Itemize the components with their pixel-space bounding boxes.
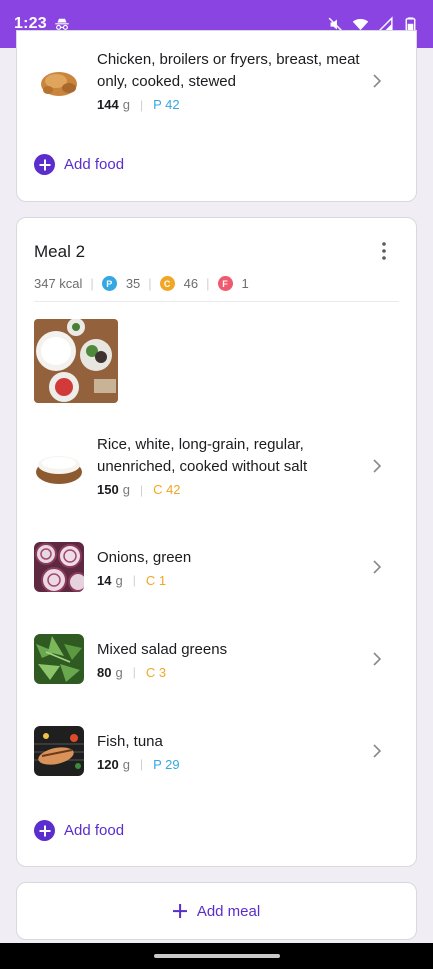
add-meal-label: Add meal (196, 902, 261, 920)
food-name: Mixed salad greens (97, 640, 228, 658)
separator: | (139, 757, 144, 771)
add-food-label: Add food (64, 822, 125, 839)
add-food-button[interactable]: Add food (34, 820, 124, 841)
separator: | (148, 276, 152, 291)
food-unit: g (122, 97, 130, 112)
meal-carbs: 46 (183, 276, 199, 291)
separator: | (139, 97, 144, 112)
food-macro: C 3 (145, 664, 167, 680)
food-item[interactable]: Fish, tuna 120 g | P 29 (34, 726, 399, 776)
separator: | (139, 482, 144, 497)
chevron-right-icon (373, 744, 382, 758)
chevron-right-icon (373, 458, 382, 473)
food-quantity: 150 (97, 482, 119, 497)
carbs-badge: C (159, 276, 175, 291)
food-name: Rice, white, long-grain, regular, unenri… (97, 436, 308, 475)
food-thumbnail (34, 440, 84, 491)
food-thumbnail (34, 542, 84, 592)
food-macro: P 29 (153, 756, 180, 772)
food-item[interactable]: Onions, green 14 g | C 1 (34, 542, 399, 592)
food-quantity: 14 (97, 572, 112, 588)
chevron-right-icon (373, 73, 382, 88)
food-name: Onions, green (97, 548, 192, 566)
food-unit: g (122, 482, 130, 497)
add-circle-icon (34, 154, 55, 175)
separator: | (206, 276, 210, 291)
meal-card: Chicken, broilers or fryers, breast, mea… (16, 30, 417, 202)
food-unit: g (115, 664, 123, 680)
food-macro: C 42 (153, 482, 181, 497)
chevron-right-icon (373, 560, 382, 574)
food-macro: C 1 (145, 572, 167, 588)
food-unit: g (122, 756, 130, 772)
add-circle-icon (34, 820, 55, 841)
meal-protein: 35 (125, 276, 141, 291)
home-gesture-handle[interactable] (154, 954, 280, 958)
fat-badge: F (217, 276, 233, 291)
separator: | (132, 665, 136, 679)
meal-kcal: 347 kcal (34, 276, 83, 291)
meal-fat: 1 (241, 276, 249, 291)
navigation-bar (0, 943, 433, 969)
add-meal-button[interactable]: Add meal (16, 882, 417, 940)
meal-photo[interactable] (34, 319, 118, 403)
food-item[interactable]: Chicken, broilers or fryers, breast, mea… (34, 49, 399, 112)
food-thumbnail (34, 726, 84, 776)
meal-summary: 347 kcal | P 35 | C 46 | F 1 (34, 276, 399, 302)
add-food-button[interactable]: Add food (34, 154, 124, 175)
food-quantity: 120 (97, 756, 119, 772)
plus-icon (173, 904, 187, 918)
food-macro: P 42 (153, 97, 180, 112)
meal-title: Meal 2 (34, 242, 86, 261)
meal-card: Meal 2 347 kcal | P 35 | C 46 | F 1 Rice… (16, 217, 417, 867)
food-name: Chicken, broilers or fryers, breast, mea… (97, 51, 360, 90)
food-thumbnail (34, 634, 84, 684)
add-food-label: Add food (64, 156, 125, 173)
chevron-right-icon (373, 652, 382, 666)
separator: | (132, 573, 136, 587)
food-quantity: 144 (97, 97, 119, 112)
food-name: Fish, tuna (97, 732, 163, 750)
food-quantity: 80 (97, 664, 112, 680)
food-item[interactable]: Mixed salad greens 80 g | C 3 (34, 634, 399, 684)
food-unit: g (115, 572, 123, 588)
more-vert-icon[interactable] (374, 240, 394, 262)
protein-badge: P (101, 276, 117, 291)
food-thumbnail (34, 55, 84, 106)
food-item[interactable]: Rice, white, long-grain, regular, unenri… (34, 434, 399, 497)
separator: | (90, 276, 94, 291)
